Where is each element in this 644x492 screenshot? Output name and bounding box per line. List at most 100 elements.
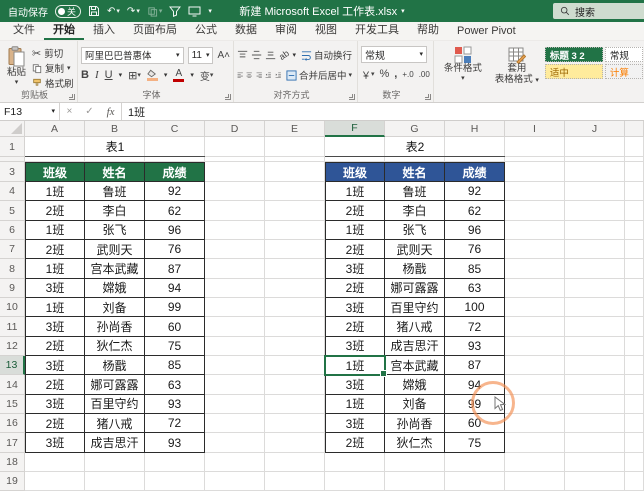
cell-D13[interactable] bbox=[205, 356, 265, 375]
cell-C17[interactable]: 93 bbox=[145, 433, 205, 452]
orientation-button[interactable]: ab bbox=[278, 48, 292, 62]
cell-E13[interactable] bbox=[265, 356, 325, 375]
row-header-16[interactable]: 16 bbox=[0, 414, 25, 433]
cell-E7[interactable] bbox=[265, 240, 325, 259]
cell-J16[interactable] bbox=[565, 414, 625, 433]
cell-I10[interactable] bbox=[505, 298, 565, 317]
ribbon-tab-开发工具[interactable]: 开发工具 bbox=[346, 19, 408, 40]
ribbon-tab-插入[interactable]: 插入 bbox=[84, 19, 124, 40]
formula-content[interactable]: 1班 bbox=[122, 103, 644, 120]
undo-button[interactable]: ↶▾ bbox=[107, 6, 120, 17]
cell-B11[interactable]: 孙尚香 bbox=[85, 317, 145, 336]
cell-I16[interactable] bbox=[505, 414, 565, 433]
cell-A17[interactable]: 3班 bbox=[25, 433, 85, 452]
wrap-text-button[interactable]: 自动换行 bbox=[299, 48, 354, 63]
cell-B15[interactable]: 百里守约 bbox=[85, 395, 145, 414]
cell-J10[interactable] bbox=[565, 298, 625, 317]
cell-J1[interactable] bbox=[565, 137, 625, 157]
cell-I8[interactable] bbox=[505, 259, 565, 278]
number-format-select[interactable]: 常规▾ bbox=[361, 46, 427, 63]
format-as-table-button[interactable]: 套用 表格格式 ▾ bbox=[489, 43, 545, 90]
save-button[interactable] bbox=[88, 5, 100, 17]
cell-B17[interactable]: 成吉思汗 bbox=[85, 433, 145, 452]
font-size-select[interactable]: 11▾ bbox=[188, 47, 214, 64]
cell-B6[interactable]: 张飞 bbox=[85, 221, 145, 240]
align-right-icon[interactable] bbox=[256, 69, 262, 81]
cell-H5[interactable]: 62 bbox=[445, 201, 505, 220]
cell-E1[interactable] bbox=[265, 137, 325, 157]
align-center-icon[interactable] bbox=[246, 69, 252, 81]
cell-I3[interactable] bbox=[505, 162, 565, 182]
cell-A15[interactable]: 3班 bbox=[25, 395, 85, 414]
confirm-entry-button[interactable]: ✓ bbox=[85, 106, 93, 117]
increase-decimal-button[interactable]: +.0 bbox=[402, 70, 413, 79]
cell-H18[interactable] bbox=[445, 453, 505, 472]
cell-J7[interactable] bbox=[565, 240, 625, 259]
cell-D14[interactable] bbox=[205, 375, 265, 394]
row-header-11[interactable]: 11 bbox=[0, 317, 25, 336]
percent-button[interactable]: % bbox=[380, 68, 390, 80]
column-header-I[interactable]: I bbox=[505, 121, 565, 137]
increase-indent-icon[interactable] bbox=[275, 69, 281, 81]
cell-I17[interactable] bbox=[505, 433, 565, 452]
cell-G4[interactable]: 鲁班 bbox=[385, 182, 445, 201]
cell-E16[interactable] bbox=[265, 414, 325, 433]
select-all-button[interactable] bbox=[0, 121, 25, 137]
cell-K15[interactable] bbox=[625, 395, 644, 414]
cell-J14[interactable] bbox=[565, 375, 625, 394]
row-header-10[interactable]: 10 bbox=[0, 298, 25, 317]
cell-F4[interactable]: 1班 bbox=[325, 182, 385, 201]
borders-button[interactable]: ⊞▾ bbox=[128, 69, 141, 82]
column-header-J[interactable]: J bbox=[565, 121, 625, 137]
column-header-F[interactable]: F bbox=[325, 121, 385, 137]
cell-E15[interactable] bbox=[265, 395, 325, 414]
cell-I1[interactable] bbox=[505, 137, 565, 157]
cell-K11[interactable] bbox=[625, 317, 644, 336]
cell-E3[interactable] bbox=[265, 162, 325, 182]
cell-A19[interactable] bbox=[25, 472, 85, 491]
number-dialog-launcher[interactable] bbox=[425, 94, 431, 100]
clipboard-dialog-launcher[interactable] bbox=[69, 94, 75, 100]
cell-G16[interactable]: 孙尚香 bbox=[385, 414, 445, 433]
grow-font-button[interactable]: A˄ bbox=[217, 50, 230, 61]
cell-I18[interactable] bbox=[505, 453, 565, 472]
cell-J3[interactable] bbox=[565, 162, 625, 182]
cell-C13[interactable]: 85 bbox=[145, 356, 205, 375]
cell-K7[interactable] bbox=[625, 240, 644, 259]
cell-style-swatch[interactable]: 适中 bbox=[545, 64, 603, 79]
cell-E19[interactable] bbox=[265, 472, 325, 491]
cell-J11[interactable] bbox=[565, 317, 625, 336]
cell-B13[interactable]: 杨戬 bbox=[85, 356, 145, 375]
cell-F16[interactable]: 3班 bbox=[325, 414, 385, 433]
cell-G17[interactable]: 狄仁杰 bbox=[385, 433, 445, 452]
cell-F14[interactable]: 3班 bbox=[325, 375, 385, 394]
align-top-icon[interactable] bbox=[237, 49, 248, 61]
column-header-H[interactable]: H bbox=[445, 121, 505, 137]
row-header-15[interactable]: 15 bbox=[0, 395, 25, 414]
cell-G12[interactable]: 成吉思汗 bbox=[385, 337, 445, 356]
ribbon-tab-视图[interactable]: 视图 bbox=[306, 19, 346, 40]
cell-B19[interactable] bbox=[85, 472, 145, 491]
cell-style-swatch[interactable]: 标题 3 2 bbox=[545, 47, 603, 62]
filter-button[interactable] bbox=[169, 5, 181, 17]
cell-K17[interactable] bbox=[625, 433, 644, 452]
cell-A9[interactable]: 3班 bbox=[25, 279, 85, 298]
cell-A7[interactable]: 2班 bbox=[25, 240, 85, 259]
cell-C8[interactable]: 87 bbox=[145, 259, 205, 278]
cell-J17[interactable] bbox=[565, 433, 625, 452]
screen-share-button[interactable] bbox=[188, 6, 201, 17]
cell-J4[interactable] bbox=[565, 182, 625, 201]
row-header-6[interactable]: 6 bbox=[0, 221, 25, 240]
font-name-select[interactable]: 阿里巴巴普惠体▾ bbox=[81, 47, 184, 64]
cell-I4[interactable] bbox=[505, 182, 565, 201]
row-header-17[interactable]: 17 bbox=[0, 433, 25, 452]
cell-B5[interactable]: 李白 bbox=[85, 201, 145, 220]
underline-caret-icon[interactable]: ▾ bbox=[119, 72, 123, 79]
cell-H11[interactable]: 72 bbox=[445, 317, 505, 336]
cell-E9[interactable] bbox=[265, 279, 325, 298]
cell-A3[interactable]: 班级 bbox=[25, 162, 85, 182]
cell-H13[interactable]: 87 bbox=[445, 356, 505, 375]
bold-button[interactable]: B bbox=[81, 69, 89, 81]
touch-mode-button[interactable]: ▾ bbox=[147, 6, 163, 17]
cell-J5[interactable] bbox=[565, 201, 625, 220]
